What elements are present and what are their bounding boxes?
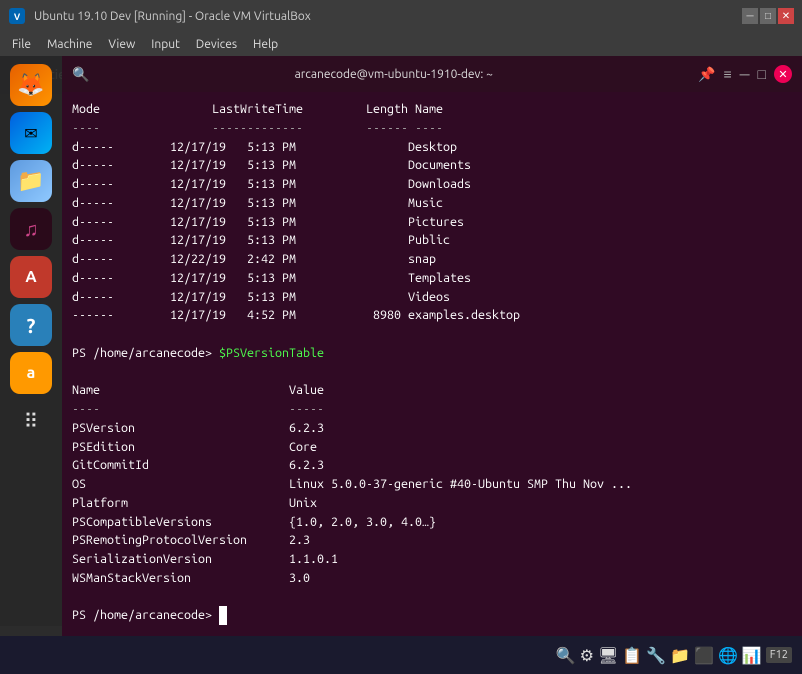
dock-icon-help[interactable]: ? (10, 304, 52, 346)
pin-icon[interactable]: 📌 (698, 66, 715, 83)
list-item: d----- 12/17/19 5:13 PM Templates (72, 269, 792, 288)
terminal-title: arcanecode@vm-ubuntu-1910-dev: ~ (97, 68, 690, 81)
terminal-minimize-icon[interactable]: ─ (740, 66, 750, 82)
taskbar-icon-9[interactable]: 📊 (742, 646, 762, 665)
maximize-button[interactable]: □ (760, 8, 776, 24)
terminal-body[interactable]: Mode LastWriteTime Length Name ---- ----… (62, 92, 802, 626)
blank-line (72, 588, 792, 607)
cursor (219, 606, 227, 625)
taskbar-icon-4[interactable]: 📋 (622, 646, 642, 665)
virtualbox-icon: V (8, 7, 26, 25)
table-row: SerializationVersion 1.1.0.1 (72, 550, 792, 569)
dock-icon-rhythmbox[interactable]: ♫ (10, 208, 52, 250)
table-row: Platform Unix (72, 494, 792, 513)
blank-line (72, 363, 792, 382)
taskbar-icon-2[interactable]: ⚙ (580, 646, 594, 665)
window-title: Ubuntu 19.10 Dev [Running] - Oracle VM V… (34, 10, 734, 23)
dock-icon-grid[interactable]: ⠿ (10, 400, 52, 442)
taskbar: 🔍 ⚙ 🖥 📋 🔧 📁 ⬛ 🌐 📊 F12 (0, 636, 802, 674)
taskbar-icons: 🔍 ⚙ 🖥 📋 🔧 📁 ⬛ 🌐 📊 F12 (556, 646, 792, 665)
list-item: d----- 12/17/19 5:13 PM Music (72, 194, 792, 213)
table-header-mode: Mode LastWriteTime Length Name (72, 100, 792, 119)
table-header-name: Name Value (72, 381, 792, 400)
dock-icon-app-installer[interactable]: A (10, 256, 52, 298)
hamburger-icon[interactable]: ≡ (723, 66, 731, 82)
close-button[interactable]: ✕ (778, 8, 794, 24)
terminal-header-buttons: 📌 ≡ ─ □ ✕ (698, 65, 792, 83)
dock-icon-firefox[interactable]: 🦊 (10, 64, 52, 106)
taskbar-f12: F12 (766, 647, 792, 663)
taskbar-icon-6[interactable]: 📁 (670, 646, 690, 665)
minimize-button[interactable]: ─ (742, 8, 758, 24)
terminal-maximize-icon[interactable]: □ (758, 66, 766, 82)
list-item: d----- 12/17/19 5:13 PM Documents (72, 156, 792, 175)
window-controls: ─ □ ✕ (742, 8, 794, 24)
menu-devices[interactable]: Devices (188, 36, 245, 53)
table-row: PSEdition Core (72, 438, 792, 457)
menu-machine[interactable]: Machine (39, 36, 100, 53)
taskbar-icon-8[interactable]: 🌐 (718, 646, 738, 665)
list-item: d----- 12/17/19 5:13 PM Downloads (72, 175, 792, 194)
table-row: GitCommitId 6.2.3 (72, 456, 792, 475)
taskbar-icon-1[interactable]: 🔍 (556, 646, 576, 665)
dock-icon-thunderbird[interactable]: ✉ (10, 112, 52, 154)
dock-icon-amazon[interactable]: a (10, 352, 52, 394)
layout: V Ubuntu 19.10 Dev [Running] - Oracle VM… (0, 0, 802, 674)
blank-line (72, 325, 792, 344)
terminal-close-icon[interactable]: ✕ (774, 65, 792, 83)
table-row: PSVersion 6.2.3 (72, 419, 792, 438)
list-item: d----- 12/17/19 5:13 PM Videos (72, 288, 792, 307)
menu-input[interactable]: Input (143, 36, 188, 53)
list-item: ------ 12/17/19 4:52 PM 8980 examples.de… (72, 306, 792, 325)
dock-icon-files[interactable]: 📁 (10, 160, 52, 202)
list-item: d----- 12/17/19 5:13 PM Desktop (72, 138, 792, 157)
taskbar-icon-5[interactable]: 🔧 (646, 646, 666, 665)
ubuntu-dock: 🦊 ✉ 📁 ♫ A ? a ⠿ (0, 56, 62, 626)
menubar: File Machine View Input Devices Help (0, 32, 802, 56)
prompt-line-2: PS /home/arcanecode> (72, 606, 792, 625)
terminal-window: 🔍 arcanecode@vm-ubuntu-1910-dev: ~ 📌 ≡ ─… (62, 56, 802, 626)
ps-variable: $PSVersionTable (219, 346, 324, 360)
prompt-text-2: PS /home/arcanecode> (72, 608, 219, 622)
taskbar-icon-7[interactable]: ⬛ (694, 646, 714, 665)
table-row: OS Linux 5.0.0-37-generic #40-Ubuntu SMP… (72, 475, 792, 494)
prompt-line-1: PS /home/arcanecode> $PSVersionTable (72, 344, 792, 363)
menu-help[interactable]: Help (245, 36, 286, 53)
taskbar-icon-3[interactable]: 🖥 (598, 646, 618, 665)
menu-view[interactable]: View (100, 36, 143, 53)
table-header-sep: ---- ------------- ------ ---- (72, 119, 792, 138)
table-row: WSManStackVersion 3.0 (72, 569, 792, 588)
main-content: 🔍 arcanecode@vm-ubuntu-1910-dev: ~ 📌 ≡ ─… (62, 56, 802, 636)
svg-text:V: V (14, 12, 21, 22)
table-row: PSCompatibleVersions {1.0, 2.0, 3.0, 4.0… (72, 513, 792, 532)
terminal-header: 🔍 arcanecode@vm-ubuntu-1910-dev: ~ 📌 ≡ ─… (62, 56, 802, 92)
titlebar: V Ubuntu 19.10 Dev [Running] - Oracle VM… (0, 0, 802, 32)
search-icon[interactable]: 🔍 (72, 66, 89, 83)
prompt-text-1: PS /home/arcanecode> (72, 346, 219, 360)
list-item: d----- 12/22/19 2:42 PM snap (72, 250, 792, 269)
vbox-logo-icon: V (8, 7, 26, 25)
list-item: d----- 12/17/19 5:13 PM Public (72, 231, 792, 250)
menu-file[interactable]: File (4, 36, 39, 53)
table-row: PSRemotingProtocolVersion 2.3 (72, 531, 792, 550)
table-header-sep2: ---- ----- (72, 400, 792, 419)
list-item: d----- 12/17/19 5:13 PM Pictures (72, 213, 792, 232)
